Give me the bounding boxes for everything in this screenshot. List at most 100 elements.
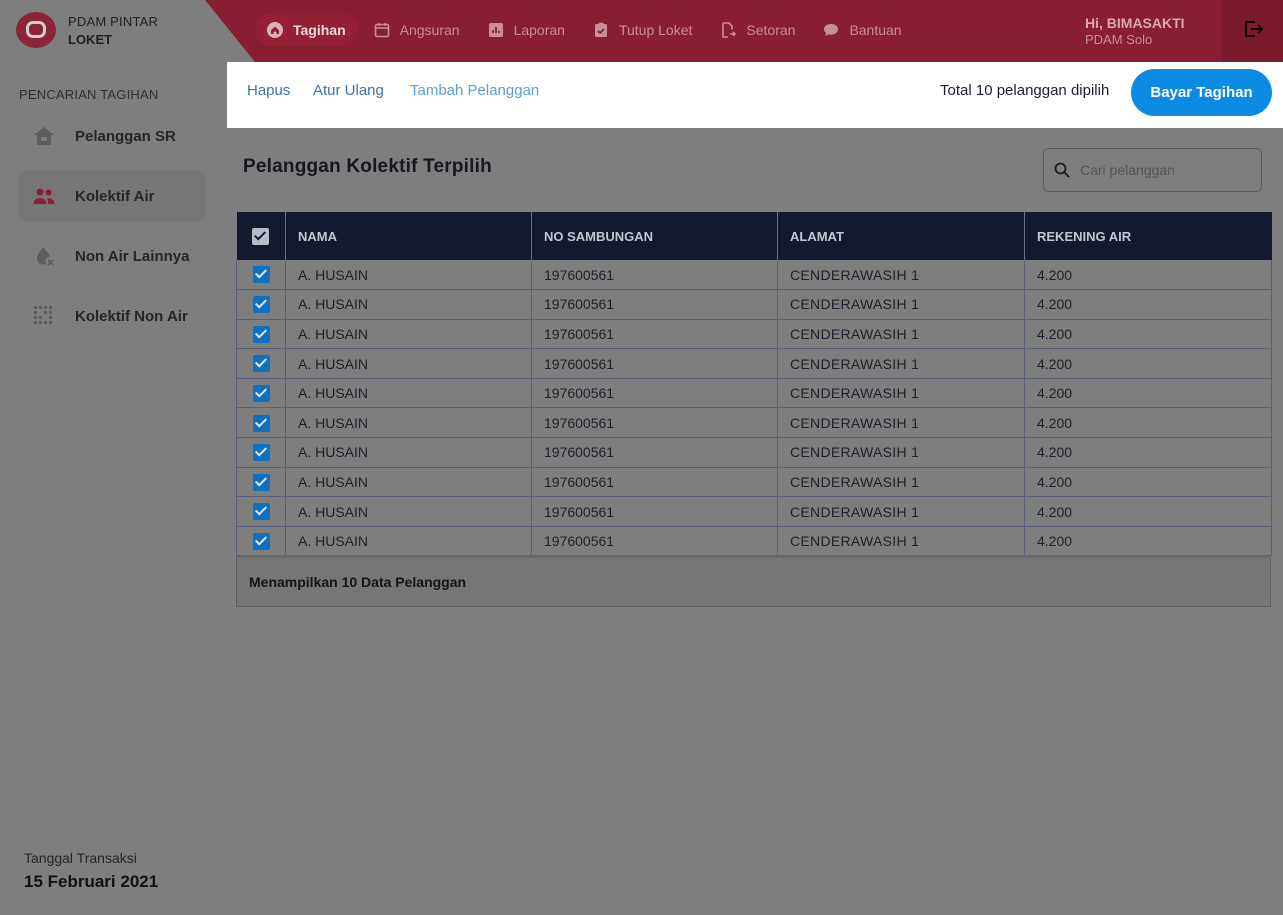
table-row[interactable]: A. HUSAIN 197600561 CENDERAWASIH 1 4.200 (236, 467, 1272, 498)
app-subtitle: LOKET (68, 32, 113, 47)
main-nav: Tagihan Angsuran Laporan Tutup Loket Set… (255, 13, 914, 46)
cell-alamat: CENDERAWASIH 1 (777, 437, 1025, 468)
table-row[interactable]: A. HUSAIN 197600561 CENDERAWASIH 1 4.200 (236, 407, 1272, 439)
cell-nama: A. HUSAIN (285, 467, 532, 498)
row-checkbox[interactable] (252, 444, 270, 462)
nav-angsuran[interactable]: Angsuran (362, 13, 472, 46)
cell-alamat: CENDERAWASIH 1 (777, 496, 1025, 527)
table-row[interactable]: A. HUSAIN 197600561 CENDERAWASIH 1 4.200 (236, 526, 1272, 557)
sidebar-item-label: Kolektif Air (75, 187, 155, 205)
sidebar-item-pelanggan-sr[interactable]: Pelanggan SR (19, 111, 205, 161)
search-icon (1044, 162, 1080, 178)
page-title: Pelanggan Kolektif Terpilih (243, 156, 492, 177)
row-checkbox-cell (236, 467, 286, 498)
cell-rekening-air: 4.200 (1024, 407, 1272, 439)
clipboard-check-icon (593, 22, 609, 38)
row-checkbox-cell (236, 437, 286, 468)
search-input[interactable] (1080, 150, 1261, 190)
nav-tutup-loket[interactable]: Tutup Loket (581, 13, 704, 46)
cell-nama: A. HUSAIN (285, 496, 532, 527)
cell-alamat: CENDERAWASIH 1 (777, 407, 1025, 439)
sidebar: PENCARIAN TAGIHAN Pelanggan SR Kolektif … (0, 62, 227, 915)
nav-label: Angsuran (399, 21, 460, 38)
transaction-date-value: 15 Februari 2021 (24, 872, 159, 891)
row-checkbox[interactable] (252, 385, 270, 403)
cell-alamat: CENDERAWASIH 1 (777, 289, 1025, 320)
nav-label: Laporan (513, 21, 565, 38)
table-row[interactable]: A. HUSAIN 197600561 CENDERAWASIH 1 4.200 (236, 378, 1272, 409)
cell-nama: A. HUSAIN (285, 437, 532, 468)
table-row[interactable]: A. HUSAIN 197600561 CENDERAWASIH 1 4.200 (236, 496, 1272, 527)
calendar-icon (374, 22, 390, 38)
sidebar-heading: PENCARIAN TAGIHAN (19, 87, 159, 102)
add-customer-link[interactable]: Tambah Pelanggan (410, 82, 539, 99)
select-all-cell (236, 212, 286, 260)
cell-rekening-air: 4.200 (1024, 378, 1272, 409)
user-info: Hi, BIMASAKTI PDAM Solo (1085, 15, 1185, 47)
table-row[interactable]: A. HUSAIN 197600561 CENDERAWASIH 1 4.200 (236, 289, 1272, 320)
search-box (1043, 148, 1262, 192)
row-checkbox[interactable] (252, 503, 270, 521)
row-checkbox-cell (236, 378, 286, 409)
row-checkbox[interactable] (252, 325, 270, 343)
row-checkbox[interactable] (252, 355, 270, 373)
users-icon (31, 184, 57, 208)
column-header: ALAMAT (777, 212, 1025, 260)
home-icon (267, 21, 283, 38)
row-checkbox[interactable] (252, 296, 270, 314)
table-row[interactable]: A. HUSAIN 197600561 CENDERAWASIH 1 4.200 (236, 437, 1272, 468)
table-footer: Menampilkan 10 Data Pelanggan (236, 556, 1271, 608)
logout-button[interactable] (1222, 0, 1283, 62)
customer-table: NAMA NO SAMBUNGAN ALAMAT REKENING AIR A.… (236, 212, 1272, 608)
report-icon (488, 22, 504, 38)
cell-no-sambungan: 197600561 (531, 467, 778, 498)
water-drop-x-icon (31, 244, 57, 268)
table-row[interactable]: A. HUSAIN 197600561 CENDERAWASIH 1 4.200 (236, 319, 1272, 350)
cell-no-sambungan: 197600561 (531, 437, 778, 468)
nav-setoran[interactable]: Setoran (708, 13, 807, 46)
row-checkbox[interactable] (252, 533, 270, 551)
cell-nama: A. HUSAIN (285, 289, 532, 320)
table-header-row: NAMA NO SAMBUNGAN ALAMAT REKENING AIR (236, 212, 1272, 260)
pay-bill-button[interactable]: Bayar Tagihan (1131, 69, 1272, 116)
transaction-date-label: Tanggal Transaksi (24, 850, 137, 866)
row-checkbox[interactable] (252, 414, 270, 432)
cell-alamat: CENDERAWASIH 1 (777, 378, 1025, 409)
nav-laporan[interactable]: Laporan (476, 13, 577, 46)
cell-rekening-air: 4.200 (1024, 437, 1272, 468)
select-all-checkbox[interactable] (252, 227, 270, 245)
column-header: NAMA (285, 212, 532, 260)
cell-rekening-air: 4.200 (1024, 260, 1272, 291)
sidebar-item-kolektif-non-air[interactable]: Kolektif Non Air (19, 291, 205, 341)
grid-dots-icon (31, 304, 57, 328)
nav-tagihan[interactable]: Tagihan (255, 13, 358, 46)
column-header: REKENING AIR (1024, 212, 1272, 260)
reset-link[interactable]: Atur Ulang (313, 82, 384, 99)
table-row[interactable]: A. HUSAIN 197600561 CENDERAWASIH 1 4.200 (236, 260, 1272, 291)
cell-rekening-air: 4.200 (1024, 467, 1272, 498)
brand-area: PDAM PINTAR LOKET (0, 0, 255, 62)
cell-no-sambungan: 197600561 (531, 496, 778, 527)
row-checkbox-cell (236, 407, 286, 439)
sidebar-item-kolektif-air[interactable]: Kolektif Air (19, 171, 205, 221)
row-checkbox[interactable] (252, 266, 270, 284)
row-checkbox-cell (236, 496, 286, 527)
cell-nama: A. HUSAIN (285, 407, 532, 439)
top-bar: PDAM PINTAR LOKET Tagihan Angsuran Lapor… (0, 0, 1283, 62)
row-checkbox-cell (236, 260, 286, 291)
cell-rekening-air: 4.200 (1024, 289, 1272, 320)
row-checkbox[interactable] (252, 473, 270, 491)
cell-nama: A. HUSAIN (285, 260, 532, 291)
table-row[interactable]: A. HUSAIN 197600561 CENDERAWASIH 1 4.200 (236, 348, 1272, 379)
sidebar-item-label: Kolektif Non Air (75, 307, 188, 325)
nav-label: Setoran (746, 21, 796, 38)
sidebar-item-non-air-lainnya[interactable]: Non Air Lainnya (19, 231, 205, 281)
cell-alamat: CENDERAWASIH 1 (777, 467, 1025, 498)
delete-link[interactable]: Hapus (247, 82, 290, 99)
app-name: PDAM PINTAR (68, 14, 159, 29)
user-greeting: Hi, BIMASAKTI (1085, 15, 1185, 31)
nav-bantuan[interactable]: Bantuan (811, 13, 913, 46)
sidebar-item-label: Pelanggan SR (75, 127, 176, 145)
cell-alamat: CENDERAWASIH 1 (777, 260, 1025, 291)
cell-no-sambungan: 197600561 (531, 378, 778, 409)
